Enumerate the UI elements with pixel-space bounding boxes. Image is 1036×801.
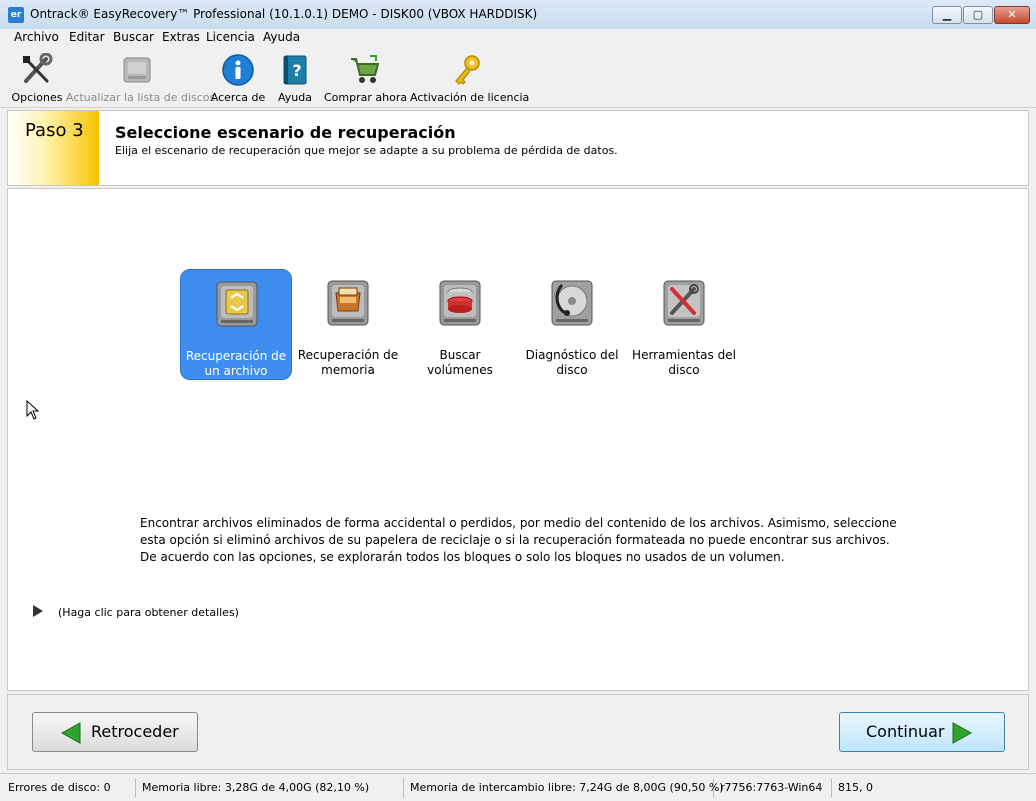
- help-book-icon: ?: [283, 55, 307, 85]
- toolbar-options-button[interactable]: Opciones: [10, 51, 64, 105]
- window-title: Ontrack® EasyRecovery™ Professional (10.…: [30, 7, 538, 21]
- step-header: Paso 3 Seleccione escenario de recuperac…: [7, 110, 1029, 186]
- toolbar-label: Comprar ahora: [324, 91, 408, 104]
- mouse-cursor-icon: [26, 400, 40, 420]
- app-icon[interactable]: er: [8, 7, 24, 23]
- scenario-disk-tools[interactable]: Herramientas del disco: [628, 269, 740, 380]
- toolbar-help-button[interactable]: ? Ayuda: [272, 51, 318, 105]
- svg-text:?: ?: [292, 61, 301, 80]
- scenario-description: Encontrar archivos eliminados de forma a…: [140, 516, 897, 564]
- scenario-label: Buscar volúmenes: [427, 348, 493, 377]
- menu-bar: Archivo Editar Buscar Extras Licencia Ay…: [0, 29, 1036, 47]
- toolbar-label: Actualizar la lista de discos: [66, 91, 216, 104]
- shopping-cart-icon: [351, 55, 380, 83]
- details-link[interactable]: (Haga clic para obtener detalles): [58, 606, 239, 619]
- toolbar-label: Acerca de: [210, 91, 266, 104]
- minimize-button[interactable]: ▁: [932, 6, 962, 24]
- disk-diagnostic-icon: [551, 280, 593, 326]
- volume-search-icon: [439, 280, 481, 326]
- scenario-label: Diagnóstico del disco: [525, 348, 619, 377]
- toolbar-buy-now-button[interactable]: Comprar ahora: [324, 51, 408, 105]
- menu-licencia[interactable]: Licencia: [206, 30, 255, 44]
- navigation-panel: Retroceder Continuar: [7, 694, 1029, 770]
- menu-editar[interactable]: Editar: [69, 30, 105, 44]
- arrow-left-icon: [61, 722, 81, 744]
- close-button[interactable]: ✕: [994, 6, 1030, 24]
- scenario-memory-recovery[interactable]: Recuperación de memoria: [292, 269, 404, 380]
- status-coordinates: 815, 0: [838, 781, 873, 794]
- menu-ayuda[interactable]: Ayuda: [263, 30, 300, 44]
- disk-tools-icon: [663, 280, 705, 326]
- toolbar-license-activation-button[interactable]: Activación de licencia: [410, 51, 530, 105]
- step-badge: Paso 3: [8, 111, 99, 185]
- toolbar-label: Activación de licencia: [410, 91, 530, 104]
- status-build: r7756:7763-Win64: [714, 778, 832, 798]
- menu-buscar[interactable]: Buscar: [113, 30, 154, 44]
- key-icon: [455, 55, 480, 85]
- step-subtitle: Elija el escenario de recuperación que m…: [115, 144, 618, 157]
- tools-icon: [23, 53, 53, 83]
- scenario-label: Herramientas del disco: [632, 348, 736, 377]
- arrow-right-icon: [952, 722, 972, 744]
- status-bar: Errores de disco: 0 Memoria libre: 3,28G…: [0, 773, 1036, 801]
- toolbar-label: Ayuda: [278, 91, 312, 104]
- scenario-file-recovery[interactable]: Recuperación de un archivo: [180, 269, 292, 380]
- status-disk-errors: Errores de disco: 0: [2, 778, 136, 798]
- back-label: Retroceder: [91, 722, 179, 741]
- maximize-button[interactable]: ▢: [963, 6, 993, 24]
- toolbar-refresh-disks-button: Actualizar la lista de discos: [66, 51, 216, 105]
- step-title: Seleccione escenario de recuperación: [115, 123, 456, 142]
- scenario-disk-diagnostic[interactable]: Diagnóstico del disco: [516, 269, 628, 380]
- toolbar-about-button[interactable]: Acerca de: [210, 51, 266, 105]
- title-bar[interactable]: er Ontrack® EasyRecovery™ Professional (…: [0, 0, 1036, 30]
- scenario-panel: Recuperación de un archivo Recuperación …: [7, 188, 1029, 691]
- toolbar-label: Opciones: [11, 91, 63, 104]
- memory-recovery-icon: [327, 280, 369, 326]
- menu-archivo[interactable]: Archivo: [14, 30, 59, 44]
- scenario-label: Recuperación de memoria: [297, 348, 399, 377]
- file-recovery-icon: [216, 281, 258, 327]
- toolbar: Opciones Actualizar la lista de discos A…: [0, 47, 1036, 108]
- step-number: Paso 3: [25, 120, 84, 141]
- scenario-find-volumes[interactable]: Buscar volúmenes: [404, 269, 516, 380]
- status-free-memory: Memoria libre: 3,28G de 4,00G (82,10 %): [136, 778, 404, 798]
- menu-extras[interactable]: Extras: [162, 30, 200, 44]
- scenario-label: Recuperación de un archivo: [185, 349, 287, 378]
- expand-triangle-icon[interactable]: [32, 604, 44, 618]
- disk-refresh-icon: [123, 57, 151, 83]
- continue-button[interactable]: Continuar: [839, 712, 1005, 752]
- status-swap-memory: Memoria de intercambio libre: 7,24G de 8…: [404, 778, 724, 798]
- info-icon: [222, 54, 254, 86]
- continue-label: Continuar: [866, 722, 945, 741]
- back-button[interactable]: Retroceder: [32, 712, 198, 752]
